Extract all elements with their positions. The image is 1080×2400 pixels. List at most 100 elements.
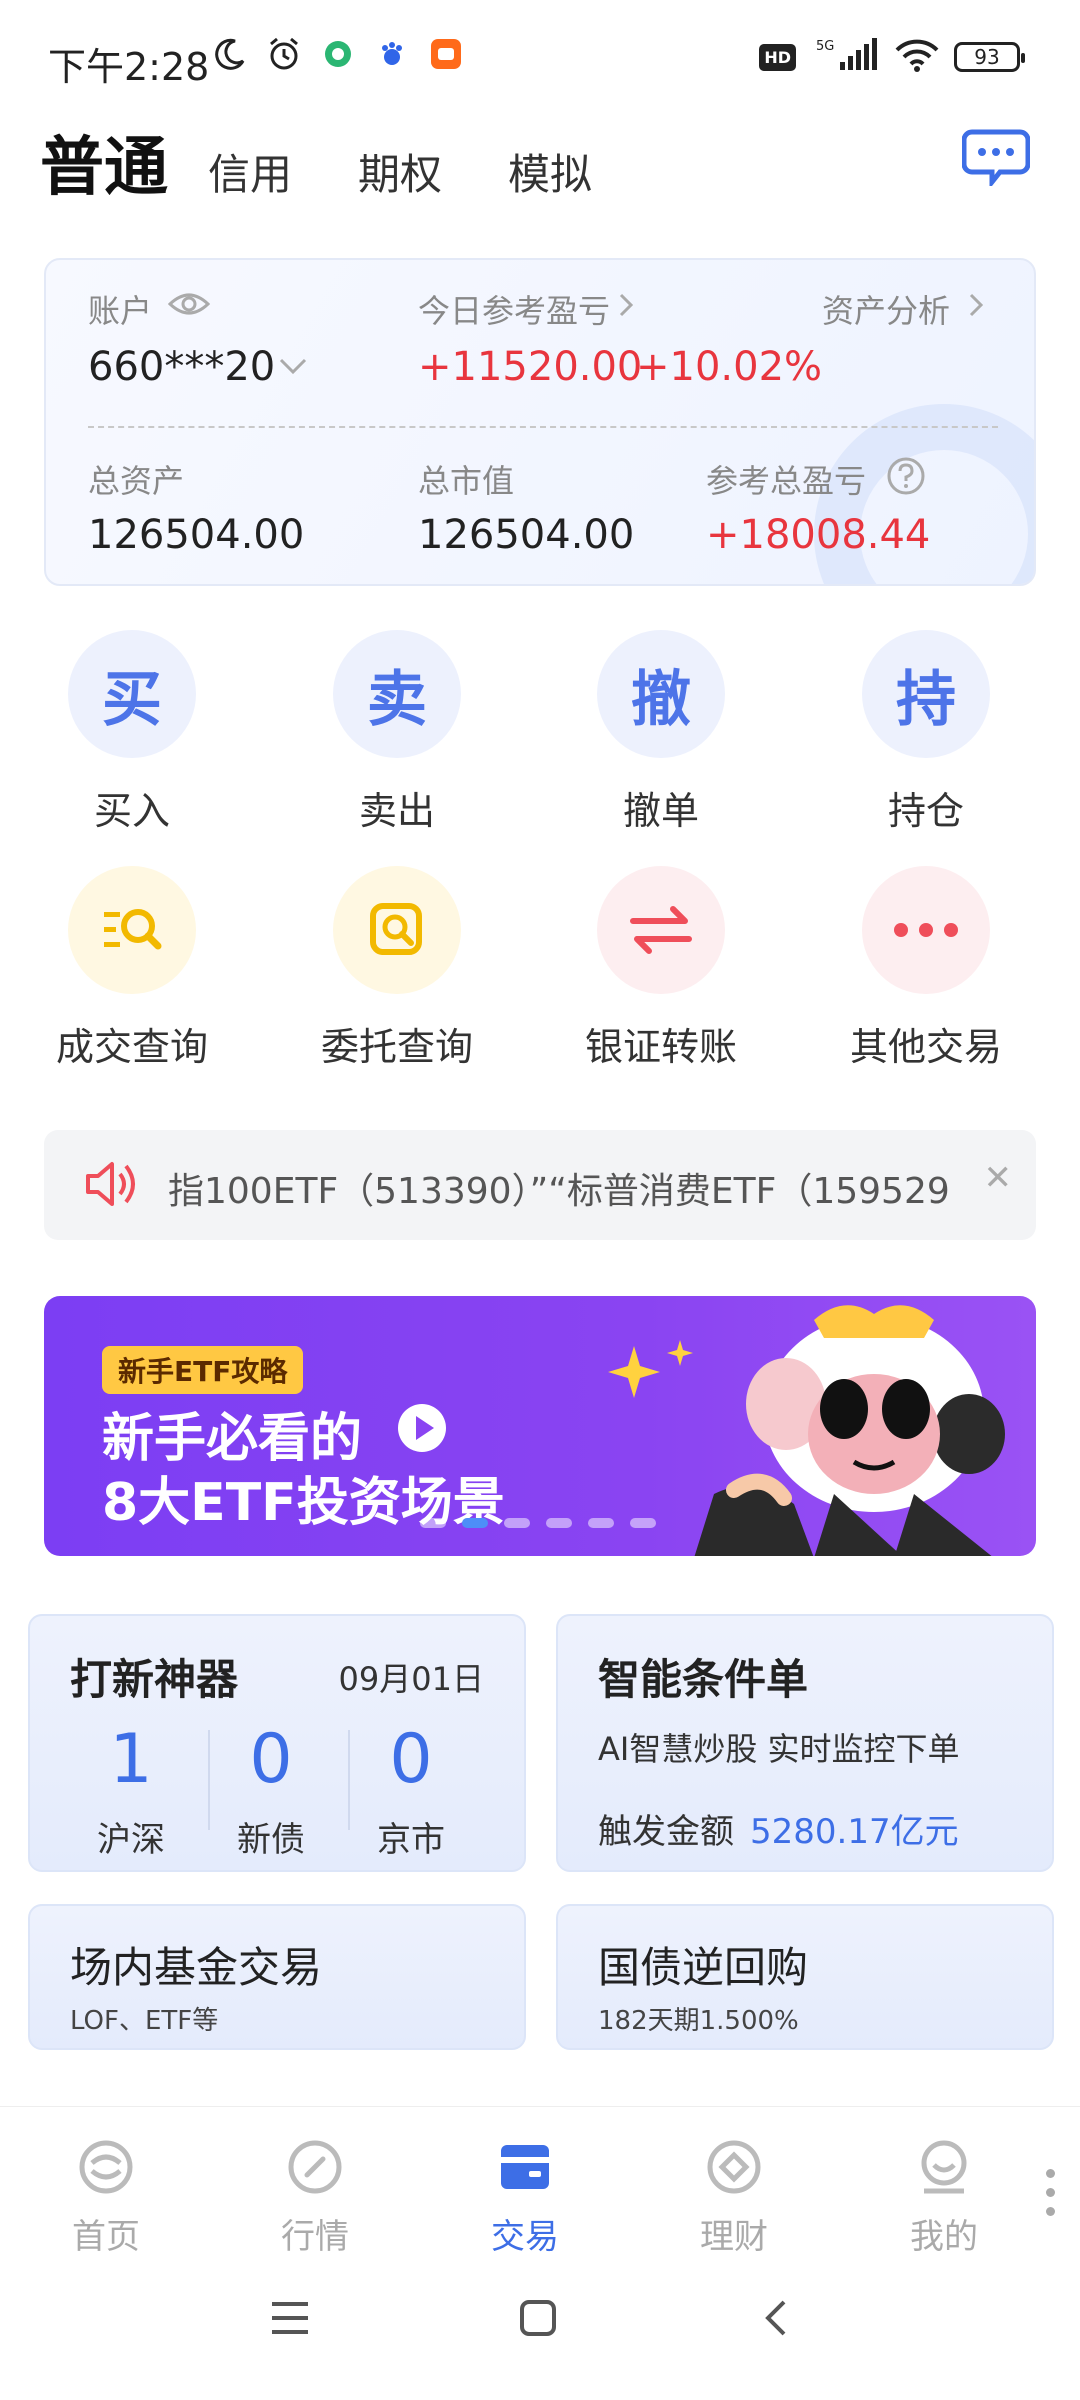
positions-label: 持仓 [887,789,964,833]
back-icon[interactable] [760,2298,790,2342]
nav-market-label: 行情 [281,2217,349,2257]
cancel-icon-char: 撤 [631,664,691,735]
app-notification-icon [320,36,356,72]
wifi-icon [894,38,940,76]
signal-icon: 5G [810,38,880,76]
nav-trade[interactable]: 交易 [455,2137,595,2258]
nav-home-label: 首页 [72,2217,140,2257]
order-query-label: 委托查询 [320,1025,473,1069]
tab-normal[interactable]: 普通 [40,136,168,200]
hd-icon: HD [759,43,796,71]
more-vertical-icon[interactable] [1046,2169,1058,2226]
system-navigation-bar [0,2290,1080,2370]
positions-button[interactable]: 持 持仓 [836,630,1016,835]
sparkle-icon [604,1336,704,1410]
nav-mine-label: 我的 [910,2217,978,2257]
wallet-icon [495,2137,555,2197]
ipo-date: 09月01日 [338,1660,484,1698]
compass-icon [285,2137,345,2197]
deal-query-button[interactable]: 成交查询 [42,866,222,1071]
chevron-right-icon [968,292,984,322]
account-label: 账户 [88,292,153,330]
message-icon[interactable] [961,128,1031,190]
status-time: 下午2:28 [48,45,210,89]
order-query-button[interactable]: 委托查询 [307,866,487,1071]
carousel-dot[interactable] [588,1518,614,1528]
smart-order-card[interactable]: 智能条件单 AI智慧炒股 实时监控下单 触发金额 5280.17亿元 [556,1614,1054,1872]
cancel-label: 撤单 [622,789,699,833]
nav-mine[interactable]: 我的 [874,2137,1014,2258]
ipo-label-bond: 新债 [237,1820,305,1860]
help-icon[interactable] [886,456,926,500]
carousel-dots [420,1518,656,1528]
cancel-icon: 撤 [597,630,725,758]
transfer-arrows-icon [597,866,725,994]
play-icon [396,1402,448,1458]
diamond-icon [704,2137,764,2197]
trigger-amount-value: 5280.17亿元 [750,1812,959,1852]
home-square-icon[interactable] [518,2298,558,2342]
sell-label: 卖出 [358,789,435,833]
home-logo-icon [76,2137,136,2197]
carousel-dot-active[interactable] [462,1518,488,1528]
sell-button[interactable]: 卖 卖出 [307,630,487,835]
status-icons [212,36,464,72]
carousel-dot[interactable] [546,1518,572,1528]
menu-icon[interactable] [268,2298,312,2342]
trigger-amount-label: 触发金额 [598,1812,734,1852]
carousel-dot[interactable] [630,1518,656,1528]
bank-transfer-button[interactable]: 银证转账 [571,866,751,1071]
order-search-icon [333,866,461,994]
ipo-card[interactable]: 打新神器 09月01日 1 沪深 0 新债 0 京市 [28,1614,526,1872]
tab-credit[interactable]: 信用 [208,154,292,200]
taobao-icon [428,36,464,72]
account-number[interactable]: 660***20 [88,344,275,390]
treasury-repo-subtitle: 182天期1.500% [598,2006,799,2036]
alarm-icon [266,36,302,72]
svg-text:5G: 5G [816,39,834,54]
ipo-count-shsz: 1 [109,1720,153,1799]
fund-trading-title: 场内基金交易 [70,1943,323,1992]
other-trade-label: 其他交易 [849,1025,1002,1069]
buy-button[interactable]: 买 买入 [42,630,222,835]
buy-icon: 买 [68,630,196,758]
status-bar: 下午2:28 HD 5G 93 [0,0,1080,110]
close-icon[interactable]: ✕ [984,1158,1013,1198]
today-pl-label[interactable]: 今日参考盈亏 [418,286,610,332]
nav-home[interactable]: 首页 [36,2137,176,2258]
moon-icon [212,36,248,72]
carousel-dot[interactable] [420,1518,446,1528]
fund-trading-card[interactable]: 场内基金交易 LOF、ETF等 [28,1904,526,2050]
status-right: HD 5G 93 [759,38,1025,76]
ipo-label-bj: 京市 [377,1820,445,1860]
total-pl-label: 参考总盈亏 [706,462,867,500]
tab-simulation[interactable]: 模拟 [508,154,592,200]
chevron-down-icon[interactable] [278,356,308,380]
treasury-repo-title: 国债逆回购 [598,1943,809,1992]
asset-analysis-link[interactable]: 资产分析 [822,286,950,332]
divider [88,426,998,428]
notice-bar[interactable]: 指100ETF（513390）”“标普消费ETF（159529 ✕ [44,1130,1036,1240]
total-pl-value: +18008.44 [706,512,931,558]
nav-wealth[interactable]: 理财 [664,2137,804,2258]
treasury-repo-card[interactable]: 国债逆回购 182天期1.500% [556,1904,1054,2050]
tab-options[interactable]: 期权 [358,154,442,200]
total-assets-label: 总资产 [88,462,185,500]
bottom-nav: 首页 行情 交易 理财 我的 [0,2106,1080,2258]
positions-icon: 持 [862,630,990,758]
carousel-dot[interactable] [504,1518,530,1528]
other-trade-button[interactable]: 其他交易 [836,866,1016,1071]
nav-market[interactable]: 行情 [245,2137,385,2258]
total-assets-value: 126504.00 [88,512,305,558]
bank-transfer-label: 银证转账 [584,1025,737,1069]
today-pl-value: +11520.00 [418,344,643,390]
nav-trade-label: 交易 [491,2217,559,2257]
mascot-monkey-icon [694,1296,1034,1556]
smiley-icon [914,2137,974,2197]
eye-icon[interactable] [167,286,211,326]
promo-banner[interactable]: 新手ETF攻略 新手必看的 8大ETF投资场景 [44,1296,1036,1556]
today-pl-percent: +10.02% [636,344,823,390]
baidu-icon [374,36,410,72]
cancel-order-button[interactable]: 撤 撤单 [571,630,751,835]
speaker-icon [84,1160,140,1212]
